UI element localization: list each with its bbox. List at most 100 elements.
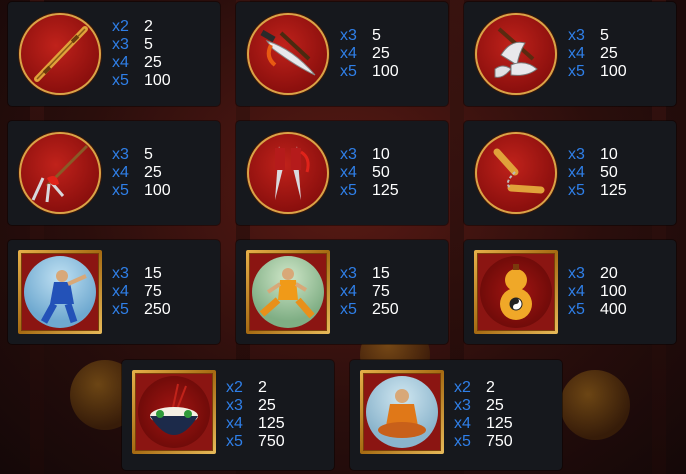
paytable-card-blue-fighter: x3 15 x4 75 x5 250 (8, 240, 220, 344)
pay-value: 5 (144, 36, 153, 53)
pay-value: 125 (600, 182, 627, 199)
pay-value: 10 (372, 146, 390, 163)
pay-multiplier: x5 (340, 182, 357, 199)
pay-list: x3 5 x4 25 x5 100 (112, 146, 171, 200)
pay-multiplier: x3 (112, 146, 129, 163)
pay-multiplier: x5 (340, 301, 357, 318)
pay-list: x3 20 x4 100 x5 400 (568, 265, 627, 319)
pay-value: 25 (600, 45, 618, 62)
pay-multiplier: x3 (568, 146, 585, 163)
pay-multiplier: x4 (340, 45, 357, 62)
pay-value: 400 (600, 301, 627, 318)
pay-value: 100 (372, 63, 399, 80)
pay-value: 2 (258, 379, 267, 396)
pay-multiplier: x3 (340, 146, 357, 163)
pay-list: x3 10 x4 50 x5 125 (568, 146, 627, 200)
pay-value: 5 (372, 27, 381, 44)
pay-multiplier: x4 (568, 283, 585, 300)
pay-value: 2 (486, 379, 495, 396)
pay-multiplier: x4 (454, 415, 471, 432)
paytable-card-trident-spear: x3 5 x4 25 x5 100 (8, 121, 220, 225)
twin-daggers-icon (247, 132, 329, 214)
pay-value: 25 (144, 54, 162, 71)
pay-value: 5 (600, 27, 609, 44)
crescent-blades-icon (475, 13, 557, 95)
pay-multiplier: x3 (568, 265, 585, 282)
pay-list: x2 2 x3 25 x4 125 x5 750 (226, 379, 285, 451)
pay-value: 5 (144, 146, 153, 163)
pay-list: x3 5 x4 25 x5 100 (340, 27, 399, 81)
pay-multiplier: x5 (226, 433, 243, 450)
pay-value: 100 (600, 283, 627, 300)
paytable-card-nunchaku: x3 10 x4 50 x5 125 (464, 121, 676, 225)
pay-value: 100 (600, 63, 627, 80)
pay-value: 100 (144, 182, 171, 199)
pay-value: 25 (372, 45, 390, 62)
pay-value: 25 (144, 164, 162, 181)
broadsword-icon (247, 13, 329, 95)
pay-multiplier: x4 (226, 415, 243, 432)
pay-value: 20 (600, 265, 618, 282)
pay-value: 100 (144, 72, 171, 89)
pay-value: 50 (600, 164, 618, 181)
pay-value: 250 (372, 301, 399, 318)
pay-multiplier: x5 (568, 301, 585, 318)
pay-multiplier: x4 (112, 283, 129, 300)
pay-multiplier: x3 (112, 36, 129, 53)
pay-value: 750 (486, 433, 513, 450)
pay-value: 125 (486, 415, 513, 432)
pay-multiplier: x4 (340, 283, 357, 300)
pay-value: 15 (144, 265, 162, 282)
pay-multiplier: x3 (112, 265, 129, 282)
pay-multiplier: x4 (112, 164, 129, 181)
pay-value: 125 (372, 182, 399, 199)
pay-value: 15 (372, 265, 390, 282)
rice-bowl-icon (132, 370, 216, 454)
pay-multiplier: x4 (568, 164, 585, 181)
pay-value: 250 (144, 301, 171, 318)
pay-multiplier: x5 (112, 72, 129, 89)
pay-multiplier: x3 (340, 27, 357, 44)
paytable-card-meditating-monk: x2 2 x3 25 x4 125 x5 750 (350, 360, 562, 470)
pay-multiplier: x4 (340, 164, 357, 181)
meditating-monk-icon (360, 370, 444, 454)
trident-spear-icon (19, 132, 101, 214)
pay-value: 10 (600, 146, 618, 163)
pay-multiplier: x2 (226, 379, 243, 396)
pay-multiplier: x3 (340, 265, 357, 282)
gourd-icon (474, 250, 558, 334)
paytable-card-orange-monk-fighter: x3 15 x4 75 x5 250 (236, 240, 448, 344)
pay-multiplier: x5 (112, 182, 129, 199)
bamboo-staff-icon (19, 13, 101, 95)
paytable-card-rice-bowl: x2 2 x3 25 x4 125 x5 750 (122, 360, 334, 470)
pay-multiplier: x4 (112, 54, 129, 71)
paytable-card-staff: x2 2 x3 5 x4 25 x5 100 (8, 2, 220, 106)
nunchaku-icon (475, 132, 557, 214)
pay-value: 25 (258, 397, 276, 414)
paytable-card-broadsword: x3 5 x4 25 x5 100 (236, 2, 448, 106)
pay-multiplier: x3 (226, 397, 243, 414)
pay-multiplier: x5 (340, 63, 357, 80)
pay-multiplier: x5 (112, 301, 129, 318)
pay-list: x3 10 x4 50 x5 125 (340, 146, 399, 200)
orange-monk-fighter-icon (246, 250, 330, 334)
paytable-card-gourd: x3 20 x4 100 x5 400 (464, 240, 676, 344)
pay-multiplier: x2 (112, 18, 129, 35)
pay-multiplier: x5 (568, 63, 585, 80)
pay-multiplier: x3 (454, 397, 471, 414)
pay-list: x3 5 x4 25 x5 100 (568, 27, 627, 81)
pay-value: 25 (486, 397, 504, 414)
pay-list: x3 15 x4 75 x5 250 (340, 265, 399, 319)
pay-value: 75 (144, 283, 162, 300)
pay-value: 50 (372, 164, 390, 181)
pay-value: 75 (372, 283, 390, 300)
pay-list: x3 15 x4 75 x5 250 (112, 265, 171, 319)
pay-multiplier: x2 (454, 379, 471, 396)
pay-multiplier: x4 (568, 45, 585, 62)
pay-multiplier: x3 (568, 27, 585, 44)
pay-value: 125 (258, 415, 285, 432)
pay-value: 750 (258, 433, 285, 450)
pay-list: x2 2 x3 5 x4 25 x5 100 (112, 18, 171, 90)
pay-list: x2 2 x3 25 x4 125 x5 750 (454, 379, 513, 451)
pay-value: 2 (144, 18, 153, 35)
